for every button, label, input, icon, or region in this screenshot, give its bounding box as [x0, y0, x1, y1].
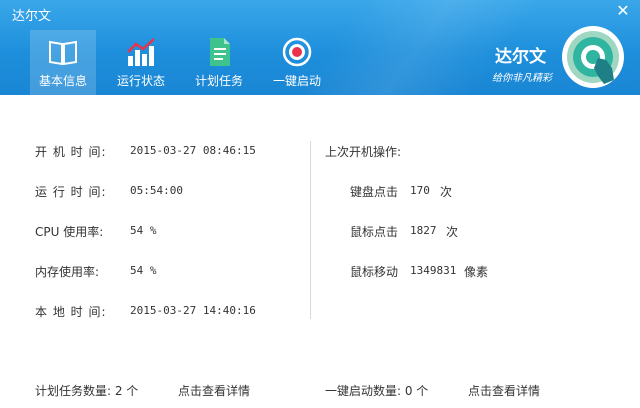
last-op-row-mouse-move: 鼠标移动 1349831 像素 [0, 263, 640, 279]
tab-one-click-start[interactable]: 一键启动 [264, 30, 330, 95]
last-op-title: 上次开机操作: [325, 145, 402, 159]
last-op-label: 键盘点击 [350, 185, 399, 199]
info-value: 2015-03-27 08:46:15 [130, 144, 256, 157]
scheduled-task-details-link[interactable]: 点击查看详情 [178, 382, 250, 399]
brand-logo-icon [562, 26, 624, 88]
app-window: 达尔文 ✕ 基本信息 运行状态 计划任务 一键启动 达尔文 给你非凡精彩 开 机… [0, 0, 640, 408]
info-value: 2015-03-27 14:40:16 [130, 304, 256, 317]
last-op-unit: 次 [440, 185, 453, 199]
tab-basic-info[interactable]: 基本信息 [30, 30, 96, 95]
tab-label: 运行状态 [116, 74, 165, 88]
scheduled-task-count: 计划任务数量: 2 个 [35, 384, 139, 398]
tab-label: 基本信息 [38, 74, 87, 88]
brand: 达尔文 给你非凡精彩 [478, 22, 628, 90]
tab-scheduled-tasks[interactable]: 计划任务 [186, 30, 252, 95]
tab-label: 计划任务 [194, 74, 243, 88]
info-row-local-time: 本 地 时 间: 2015-03-27 14:40:16 [0, 303, 310, 319]
main-content: 开 机 时 间: 2015-03-27 08:46:15 运 行 时 间: 05… [0, 95, 640, 408]
last-op-value: 1349831 [410, 264, 457, 277]
last-op-label: 鼠标点击 [350, 225, 399, 239]
last-op-unit: 像素 [464, 265, 489, 279]
info-label: 本 地 时 间: [35, 305, 107, 319]
info-label: 开 机 时 间: [35, 145, 107, 159]
info-row-boot-time: 开 机 时 间: 2015-03-27 08:46:15 [0, 143, 310, 159]
close-button[interactable]: ✕ [614, 2, 632, 20]
brand-name: 达尔文 [495, 47, 546, 67]
startup-details-link[interactable]: 点击查看详情 [468, 382, 540, 399]
brand-slogan: 给你非凡精彩 [492, 73, 552, 84]
book-icon [49, 40, 77, 66]
window-title: 达尔文 [12, 9, 52, 24]
startup-count: 一键启动数量: 0 个 [325, 384, 429, 398]
tab-run-status[interactable]: 运行状态 [108, 30, 174, 95]
last-op-unit: 次 [446, 225, 459, 239]
last-op-row-keyboard: 键盘点击 170 次 [0, 183, 640, 199]
last-op-row-mouse-click: 鼠标点击 1827 次 [0, 223, 640, 239]
last-op-value: 170 [410, 184, 430, 197]
bar-chart-icon [127, 38, 155, 66]
document-icon [210, 38, 230, 66]
power-target-icon [282, 37, 312, 67]
header-banner: 达尔文 ✕ 基本信息 运行状态 计划任务 一键启动 达尔文 给你非凡精彩 [0, 0, 640, 95]
last-op-value: 1827 [410, 224, 437, 237]
tab-label: 一键启动 [272, 74, 321, 88]
last-op-label: 鼠标移动 [350, 265, 399, 279]
